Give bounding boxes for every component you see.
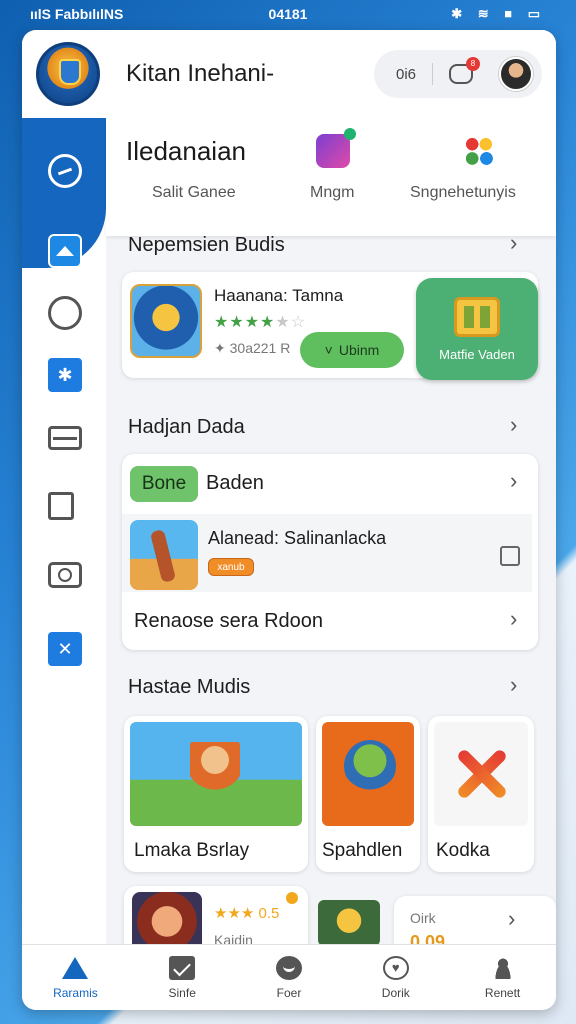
bottom-nav: Raramis Sinfe Foer Dorik Renett: [22, 944, 556, 1010]
category-item-mngm[interactable]: Mngm: [310, 184, 354, 202]
category-item-salit[interactable]: Salit Ganee: [152, 184, 236, 202]
camera-icon[interactable]: [48, 562, 82, 588]
chevron-down-icon: ˅: [324, 342, 333, 358]
nav-foer[interactable]: Foer: [236, 945, 343, 1010]
game-tile[interactable]: Kodka: [428, 716, 534, 872]
chevron-right-icon[interactable]: ›: [510, 230, 517, 256]
top-bar: Kitan Inehani- 0i6 8: [22, 30, 556, 118]
game-tile[interactable]: Lmaka Bsrlay: [124, 716, 308, 872]
gamepad-icon: [275, 955, 302, 980]
chat-icon[interactable]: 8: [449, 57, 481, 84]
section-title-hastae: Hastae Mudis: [128, 676, 251, 698]
tools-icon[interactable]: ✕: [48, 632, 82, 666]
avatar[interactable]: [499, 57, 534, 91]
featured-app-thumbnail: [130, 284, 202, 358]
social-icon[interactable]: [462, 134, 496, 168]
nav-label: Raramis: [53, 985, 98, 1000]
game-icon[interactable]: [316, 128, 356, 168]
list-item-label[interactable]: Baden: [206, 472, 264, 495]
header-actions: 0i6 8: [374, 50, 542, 98]
nav-label: Sinfe: [168, 985, 196, 1000]
chevron-right-icon[interactable]: ›: [510, 672, 517, 698]
section-title-nepemsien: Nepemsien Budis: [128, 234, 285, 256]
nav-dorik[interactable]: Dorik: [342, 945, 449, 1010]
open-button-label: Ubinm: [338, 342, 380, 358]
section-title-hadjan: Hadjan Dada: [128, 416, 245, 438]
side-action-label: Matfie Vaden: [439, 346, 515, 362]
list-card: Bone Baden › Alanead: Salinanlacka xanub…: [122, 454, 538, 650]
tile-label: Lmaka Bsrlay: [134, 840, 250, 861]
folder-icon[interactable]: [48, 492, 74, 520]
open-button[interactable]: ˅ Ubinm: [300, 332, 404, 368]
side-action-button[interactable]: Matfie Vaden: [416, 278, 538, 380]
nav-label: Foer: [276, 985, 302, 1000]
chevron-right-icon[interactable]: ›: [510, 606, 517, 632]
heart-icon: [382, 955, 409, 980]
user-icon: [490, 956, 516, 980]
bone-chip[interactable]: Bone: [130, 466, 198, 502]
chevron-right-icon[interactable]: ›: [508, 906, 515, 932]
game-thumbnail[interactable]: [318, 900, 380, 946]
sidebar-home-icon[interactable]: [48, 234, 82, 268]
pause-icon: [454, 296, 500, 337]
list-item-title: Alanead: Salinanlacka: [208, 528, 387, 548]
globe-icon[interactable]: [48, 296, 82, 330]
category-title: Iledanaian: [126, 136, 246, 166]
mail-icon: [169, 955, 196, 980]
coin-count[interactable]: 0i6: [396, 66, 416, 83]
list-item[interactable]: Alanead: Salinanlacka xanub: [122, 514, 532, 592]
sidebar: ✱ ✕: [22, 118, 106, 944]
nav-label: Dorik: [381, 985, 410, 1000]
card-icon[interactable]: [48, 426, 82, 450]
spahdlen-game-image: [322, 722, 414, 826]
runner-game-thumbnail: [130, 520, 198, 590]
select-checkbox[interactable]: [500, 546, 520, 566]
status-time: 04181: [268, 6, 308, 22]
chevron-right-icon[interactable]: ›: [510, 412, 517, 438]
kodka-game-image: [434, 722, 528, 826]
chevron-right-icon[interactable]: ›: [510, 468, 517, 494]
promo-tag: xanub: [208, 558, 254, 576]
gold-rating: ★★★ 0.5: [214, 905, 280, 922]
network-icon[interactable]: ✱: [48, 358, 82, 392]
nav-home[interactable]: Raramis: [22, 945, 129, 1010]
nav-renett[interactable]: Renett: [449, 945, 556, 1010]
status-carrier: ıılS FabbılılNS: [30, 6, 124, 22]
divider: [432, 63, 434, 85]
tile-label: Kodka: [436, 840, 490, 861]
tile-label: Spahdlen: [322, 840, 403, 861]
status-icons: ✱ ≋ ■ ▭: [451, 6, 546, 21]
featured-app-name: Haanana: Tamna: [214, 286, 344, 305]
rating-star-empty: ★☆: [275, 314, 307, 331]
game-tile[interactable]: Spahdlen: [316, 716, 420, 872]
list-item-label[interactable]: Renaose sera Rdoon: [134, 610, 323, 633]
notification-badge: 8: [466, 57, 481, 71]
stats-label: Oirk: [410, 910, 436, 926]
nav-label: Renett: [484, 985, 521, 1000]
category-item-sngnehetunyis[interactable]: Sngnehetunyis: [410, 184, 516, 202]
speed-icon[interactable]: [48, 154, 82, 188]
app-logo[interactable]: [36, 42, 100, 106]
status-bar: ıılS FabbılılNS 04181 ✱ ≋ ■ ▭: [0, 0, 576, 28]
featured-app-meta: ✦ 30a221 R: [214, 340, 291, 356]
nav-sinfe[interactable]: Sinfe: [129, 945, 236, 1010]
badge-dot: [286, 892, 298, 904]
app-window: Kitan Inehani- 0i6 8 ✱ ✕ Iledanaian Sali…: [22, 30, 556, 1010]
rating-stars: ★★★★★☆: [214, 314, 307, 331]
x-icon: [454, 747, 508, 801]
category-bar: Iledanaian Salit Ganee Mngm Sngnehetunyi…: [106, 118, 556, 236]
category-badge: [344, 128, 356, 140]
app-title: Kitan Inehani-: [126, 60, 275, 87]
birthday-game-image: [130, 722, 302, 826]
home-icon: [62, 956, 88, 980]
